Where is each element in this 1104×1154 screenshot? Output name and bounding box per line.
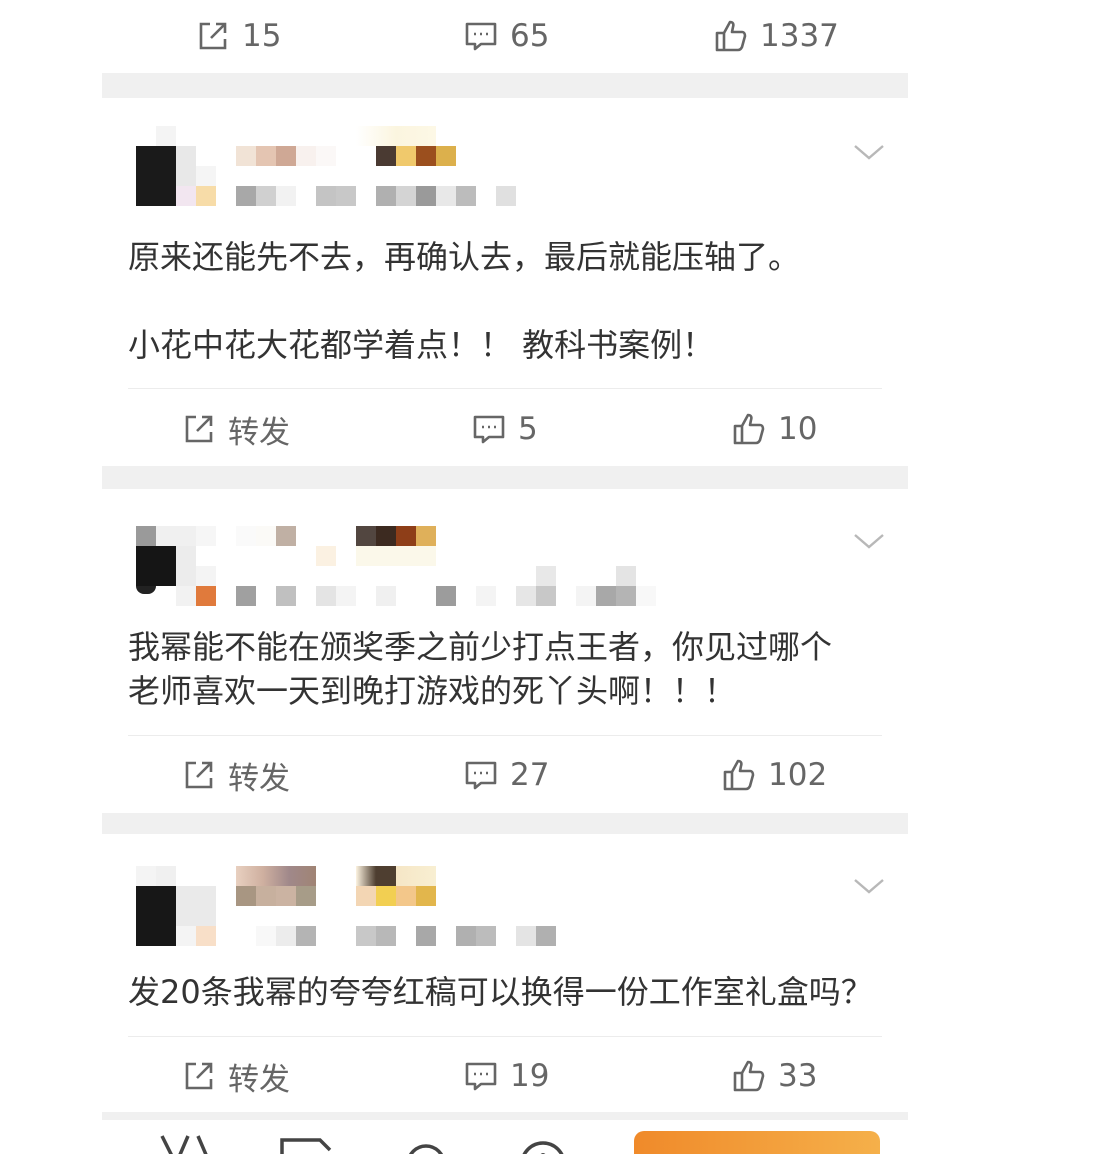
repost-icon [185, 761, 213, 789]
repost-label: 转发 [228, 1061, 290, 1098]
repost-icon [185, 1062, 213, 1090]
feed: 15 65 1337 原来还能先不去，再确认去，最后就能压轴了。 小花中花大花都… [102, 0, 908, 1154]
username-blurred[interactable] [236, 886, 436, 906]
post-text: 发20条我幂的夸夸红稿可以换得一份工作室礼盒吗？ [128, 973, 873, 1011]
separator [128, 1036, 882, 1037]
post-3: 发20条我幂的夸夸红稿可以换得一份工作室礼盒吗？ 转发 19 33 [102, 834, 908, 1120]
comment-button[interactable]: 27 [464, 739, 549, 811]
message-icon[interactable] [278, 1134, 338, 1154]
repost-button[interactable]: 15 [196, 0, 281, 72]
like-icon [733, 413, 765, 445]
repost-label: 转发 [228, 414, 290, 451]
post-3-actions: 转发 19 33 [102, 1040, 908, 1112]
repost-button[interactable]: 转发 [182, 393, 290, 465]
separator [128, 388, 882, 389]
post-text: 我幂能不能在颁奖季之前少打点王者，你见过哪个 老师喜欢一天到晚打游戏的死丫头啊！… [128, 628, 833, 710]
chevron-down-icon[interactable] [852, 142, 886, 162]
follow-button[interactable] [634, 1131, 880, 1154]
username-blurred[interactable] [236, 146, 456, 166]
post-1-actions: 转发 5 10 [102, 393, 908, 465]
like-button[interactable]: 33 [732, 1040, 817, 1112]
like-button[interactable]: 10 [732, 393, 817, 465]
comment-icon [465, 22, 497, 51]
like-count: 1337 [760, 18, 839, 54]
like-count: 10 [778, 411, 818, 447]
comment-button[interactable]: 5 [472, 393, 538, 465]
repost-button[interactable]: 转发 [182, 1040, 290, 1112]
post-text: 原来还能先不去，再确认去，最后就能压轴了。 小花中花大花都学着点！！ 教科书案例… [128, 238, 801, 364]
comment-count: 27 [510, 757, 550, 793]
like-icon [733, 1060, 765, 1092]
home-icon[interactable] [158, 1134, 214, 1154]
timestamp-source-blurred [236, 926, 556, 946]
avatar[interactable] [134, 526, 218, 610]
like-icon [723, 759, 755, 791]
repost-label: 转发 [228, 760, 290, 797]
profile-icon[interactable] [516, 1134, 570, 1154]
timestamp-source-blurred [236, 186, 516, 206]
comment-icon [473, 415, 505, 444]
like-button[interactable]: 102 [722, 739, 827, 811]
search-icon[interactable] [402, 1134, 450, 1154]
bottom-toolbar [102, 1120, 908, 1154]
post-1: 原来还能先不去，再确认去，最后就能压轴了。 小花中花大花都学着点！！ 教科书案例… [102, 98, 908, 466]
post-divider [102, 466, 908, 489]
post-divider [102, 1112, 908, 1120]
comment-button[interactable]: 65 [464, 0, 549, 72]
avatar[interactable] [134, 126, 218, 210]
username-blurred[interactable] [236, 526, 436, 546]
like-icon [715, 20, 747, 52]
chevron-down-icon[interactable] [852, 531, 886, 551]
post-divider [102, 73, 908, 98]
comment-icon [465, 1062, 497, 1091]
post-2: 我幂能不能在颁奖季之前少打点王者，你见过哪个 老师喜欢一天到晚打游戏的死丫头啊！… [102, 489, 908, 813]
repost-count: 15 [242, 18, 282, 54]
comment-icon [465, 761, 497, 790]
comment-count: 19 [510, 1058, 550, 1094]
timestamp-source-blurred [236, 586, 656, 606]
repost-button[interactable]: 转发 [182, 739, 290, 811]
like-count: 102 [768, 757, 828, 793]
post-2-actions: 转发 27 102 [102, 739, 908, 811]
like-button[interactable]: 1337 [714, 0, 839, 72]
comment-count: 5 [518, 411, 538, 447]
like-count: 33 [778, 1058, 818, 1094]
chevron-down-icon[interactable] [852, 876, 886, 896]
comment-count: 65 [510, 18, 550, 54]
repost-icon [185, 415, 213, 443]
post-0-actions: 15 65 1337 [102, 0, 908, 72]
comment-button[interactable]: 19 [464, 1040, 549, 1112]
avatar[interactable] [134, 866, 218, 950]
separator [128, 735, 882, 736]
post-divider [102, 813, 908, 834]
repost-icon [199, 22, 227, 50]
